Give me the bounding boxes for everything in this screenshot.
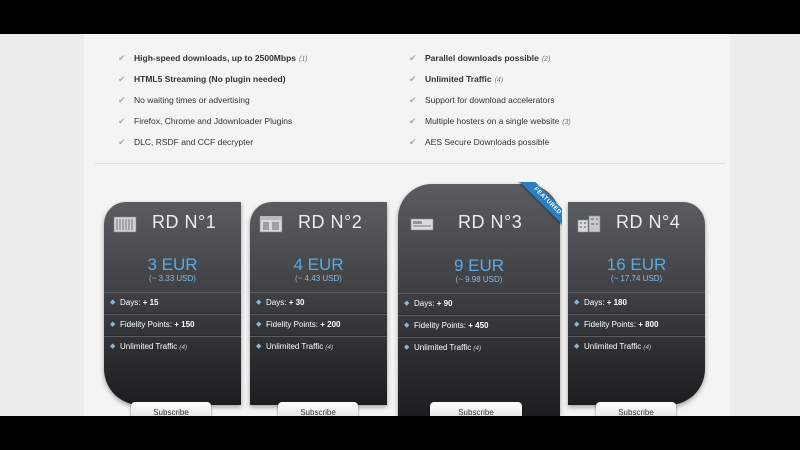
plan-title: RD N°4 [616, 212, 681, 232]
server-box-icon [259, 216, 283, 233]
pricing-page: ✔ High-speed downloads, up to 2500Mbps (1)… [0, 34, 800, 416]
plan-fidelity: ◆ Fidelity Points: + 450 [398, 315, 560, 337]
check-icon: ✔ [409, 95, 417, 105]
plan-card-rd1: RD N°1 3 EUR (~ 3.33 USD) ◆ Days: + 15 ◆ F… [104, 202, 241, 416]
plan-price-usd: (~ 9.98 USD) [455, 275, 503, 284]
bullet-icon: ◆ [404, 300, 410, 307]
bullet-icon: ◆ [256, 343, 262, 350]
check-icon: ✔ [409, 137, 417, 147]
feature-item: ✔ No waiting times or advertising [118, 95, 250, 105]
plan-price: 9 EUR [453, 256, 505, 275]
plan-fidelity: ◆ Fidelity Points: + 800 [568, 314, 705, 336]
check-icon: ✔ [118, 53, 126, 63]
check-icon: ✔ [118, 137, 126, 147]
plan-card-rd4: RD N°4 16 EUR (~ 17.74 USD) ◆ Days: + 180… [568, 202, 705, 416]
plan-price: 3 EUR [147, 255, 198, 274]
plan-days: ◆ Days: + 180 [568, 292, 705, 314]
plan-title: RD N°3 [458, 212, 523, 232]
feature-item: ✔ Unlimited Traffic (4) [409, 74, 504, 84]
check-icon: ✔ [118, 95, 126, 105]
bullet-icon: ◆ [404, 322, 410, 329]
plan-card-rd2: RD N°2 4 EUR (~ 4.43 USD) ◆ Days: + 30 ◆ F… [250, 202, 387, 416]
feature-item: ✔ Parallel downloads possible (2) [409, 53, 551, 63]
check-icon: ✔ [409, 53, 417, 63]
feature-item: ✔ Firefox, Chrome and Jdownloader Plugins [118, 116, 293, 126]
check-icon: ✔ [409, 74, 417, 84]
plan-price: 4 EUR [293, 255, 344, 274]
server-rack-icon [113, 216, 137, 233]
bullet-icon: ◆ [574, 299, 580, 306]
plan-price-usd: (~ 4.43 USD) [295, 274, 342, 283]
subscribe-button[interactable]: Subscribe [596, 402, 676, 416]
plan-traffic: ◆ Unlimited Traffic (4) [568, 336, 705, 358]
bullet-icon: ◆ [110, 321, 116, 328]
plan-details: ◆ Days: + 15 ◆ Fidelity Points: + 150 ◆ Unl… [104, 292, 241, 358]
bullet-icon: ◆ [256, 321, 262, 328]
plan-title: RD N°1 [152, 212, 217, 232]
plan-traffic: ◆ Unlimited Traffic (4) [398, 337, 560, 359]
bullet-icon: ◆ [110, 343, 116, 350]
check-icon: ✔ [118, 74, 126, 84]
feature-item: ✔ Support for download accelerators [409, 95, 555, 105]
plan-details: ◆ Days: + 180 ◆ Fidelity Points: + 800 ◆ Un… [568, 292, 705, 358]
plan-traffic: ◆ Unlimited Traffic (4) [104, 336, 241, 358]
server-unit-icon [410, 218, 434, 231]
subscribe-button[interactable]: Subscribe [131, 402, 211, 416]
plan-card-rd3: FEATURED RD N°3 9 EUR (~ 9.98 USD) ◆ Days… [398, 182, 562, 416]
data-center-icon [577, 215, 601, 233]
bullet-icon: ◆ [404, 344, 410, 351]
plan-details: ◆ Days: + 30 ◆ Fidelity Points: + 200 ◆ Unl… [250, 292, 387, 358]
feature-item: ✔ HTML5 Streaming (No plugin needed) [118, 74, 286, 84]
bullet-icon: ◆ [256, 299, 262, 306]
plan-fidelity: ◆ Fidelity Points: + 200 [250, 314, 387, 336]
plan-days: ◆ Days: + 15 [104, 292, 241, 314]
subscribe-button[interactable]: Subscribe [430, 402, 522, 416]
plan-fidelity: ◆ Fidelity Points: + 150 [104, 314, 241, 336]
plan-days: ◆ Days: + 30 [250, 292, 387, 314]
subscribe-button[interactable]: Subscribe [278, 402, 358, 416]
plan-traffic: ◆ Unlimited Traffic (4) [250, 336, 387, 358]
plan-price: 16 EUR [606, 255, 667, 274]
plan-title: RD N°2 [298, 212, 363, 232]
feature-item: ✔ High-speed downloads, up to 2500Mbps (1) [118, 53, 308, 63]
plan-price-usd: (~ 17.74 USD) [610, 274, 663, 283]
plan-details: ◆ Days: + 90 ◆ Fidelity Points: + 450 ◆ Unl… [398, 293, 560, 359]
bullet-icon: ◆ [574, 321, 580, 328]
check-icon: ✔ [118, 116, 126, 126]
check-icon: ✔ [409, 116, 417, 126]
feature-item: ✔ DLC, RSDF and CCF decrypter [118, 137, 254, 147]
plan-days: ◆ Days: + 90 [398, 293, 560, 315]
plan-price-usd: (~ 3.33 USD) [149, 274, 196, 283]
feature-item: ✔ AES Secure Downloads possible [409, 137, 550, 147]
feature-item: ✔ Multiple hosters on a single website (3) [409, 116, 571, 126]
bullet-icon: ◆ [574, 343, 580, 350]
bullet-icon: ◆ [110, 299, 116, 306]
section-divider [95, 163, 725, 164]
